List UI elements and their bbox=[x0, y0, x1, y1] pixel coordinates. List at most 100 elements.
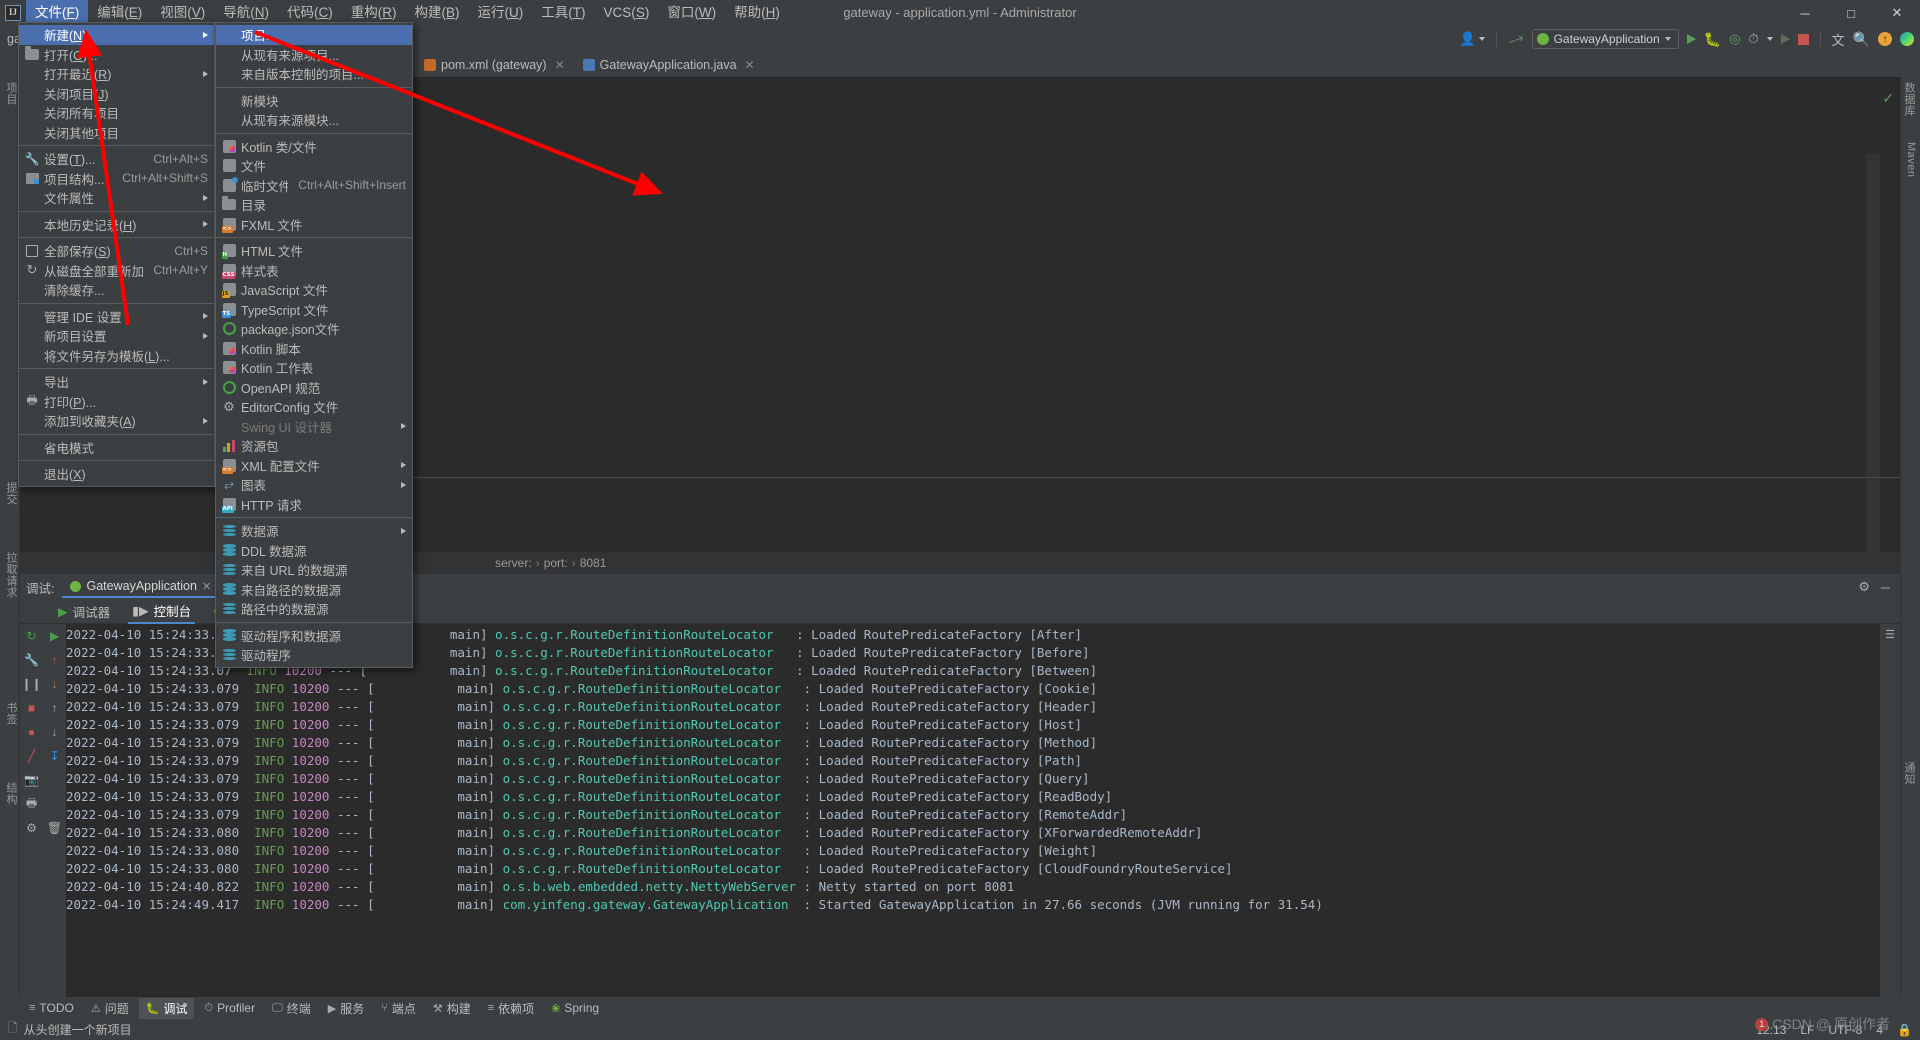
console-output[interactable]: 2022-04-10 15:24:33.07 INFO 10200 --- [ … bbox=[66, 624, 1900, 997]
debug-icon[interactable]: 🐛 bbox=[1704, 31, 1721, 48]
console-scrollbar[interactable]: ☰ bbox=[1880, 624, 1900, 997]
ide-icon[interactable] bbox=[1900, 32, 1914, 46]
menubar-item-8[interactable]: 工具(T) bbox=[532, 0, 594, 26]
menu-item-14[interactable]: 样式表 bbox=[216, 261, 412, 281]
menubar-item-11[interactable]: 帮助(H) bbox=[725, 0, 789, 26]
editor-tab-0[interactable]: pom.xml (gateway)✕ bbox=[415, 52, 574, 77]
sidebar-item-structure[interactable]: 结构 bbox=[1, 777, 21, 810]
menu-item-5[interactable]: 关闭其他项目 bbox=[19, 123, 214, 143]
stop-icon[interactable] bbox=[1798, 34, 1809, 45]
menu-item-3[interactable]: 关闭项目(J) bbox=[19, 84, 214, 104]
menu-item-9[interactable]: 文件属性 bbox=[19, 188, 214, 208]
tool-window-dependencies[interactable]: ≡依赖项 bbox=[481, 998, 541, 1019]
menu-item-2[interactable]: 来自版本控制的项目... bbox=[216, 64, 412, 84]
breadcrumb-value[interactable]: 8081 bbox=[580, 556, 607, 570]
window-controls[interactable]: ─ □ ✕ bbox=[1782, 0, 1920, 26]
debug-session-tab[interactable]: GatewayApplication ✕ bbox=[62, 576, 219, 598]
menu-item-18[interactable]: Kotlin 脚本 bbox=[216, 339, 412, 359]
pause-icon[interactable]: ❙❙ bbox=[20, 672, 43, 696]
minimize-button[interactable]: ─ bbox=[1782, 0, 1828, 26]
menu-item-9[interactable]: 临时文件Ctrl+Alt+Shift+Insert bbox=[216, 176, 412, 196]
settings-icon[interactable]: ⚙ bbox=[20, 816, 43, 840]
user-icon[interactable]: 👤 bbox=[1460, 31, 1485, 47]
menu-item-19[interactable]: 将文件另存为模板(L)... bbox=[19, 346, 214, 366]
run-coverage-icon[interactable]: ◎ bbox=[1729, 31, 1740, 47]
menu-item-8[interactable]: 文件 bbox=[216, 156, 412, 176]
tool-window-problems[interactable]: ⚠问题 bbox=[84, 998, 136, 1019]
left-tool-strip[interactable]: 项目 提交 拉取请求 书签 结构 bbox=[0, 77, 20, 997]
tool-window-todo[interactable]: ≡TODO bbox=[22, 999, 81, 1017]
tool-window-bar[interactable]: ≡TODO⚠问题🐛调试⏱Profiler🖵终端▶服务⑂端点⚒构建≡依赖项❀Spr… bbox=[0, 997, 1920, 1019]
trash-icon[interactable]: 🗑 bbox=[43, 816, 66, 840]
menu-item-11[interactable]: 本地历史记录(H) bbox=[19, 215, 214, 235]
update-icon[interactable]: ↑ bbox=[1878, 32, 1892, 46]
tool-window-terminal[interactable]: 🖵终端 bbox=[265, 998, 318, 1019]
menu-item-13[interactable]: 全部保存(S)Ctrl+S bbox=[19, 241, 214, 261]
menu-item-16[interactable]: TypeScript 文件 bbox=[216, 300, 412, 320]
menubar-item-7[interactable]: 运行(U) bbox=[469, 0, 533, 26]
sidebar-item-notifications[interactable]: 通知 bbox=[1899, 757, 1919, 790]
menu-item-30[interactable]: 来自 URL 的数据源 bbox=[216, 560, 412, 580]
tab-debugger[interactable]: ▶ 调试器 bbox=[54, 600, 114, 623]
step-down-icon[interactable]: ↓ bbox=[43, 672, 66, 696]
menu-item-0[interactable]: 新建(N) bbox=[19, 25, 214, 45]
new-submenu-dropdown[interactable]: 项目...从现有来源项目...来自版本控制的项目...新模块从现有来源模块...… bbox=[215, 22, 413, 668]
close-button[interactable]: ✕ bbox=[1874, 0, 1920, 26]
lock-icon[interactable]: 🔒 bbox=[1897, 1023, 1912, 1037]
menu-item-29[interactable]: DDL 数据源 bbox=[216, 541, 412, 561]
menu-item-17[interactable]: 管理 IDE 设置 bbox=[19, 307, 214, 327]
mute-breakpoints-icon[interactable]: ● bbox=[20, 720, 43, 744]
menu-item-28[interactable]: 数据源 bbox=[216, 521, 412, 541]
menubar-item-9[interactable]: VCS(S) bbox=[595, 0, 659, 26]
step-down-2-icon[interactable]: ↓ bbox=[43, 720, 66, 744]
profiler-chevron-icon[interactable] bbox=[1767, 37, 1773, 41]
tool-window-profiler[interactable]: ⏱Profiler bbox=[197, 999, 262, 1017]
stop-icon[interactable]: ■ bbox=[20, 696, 43, 720]
debug-settings-gear-icon[interactable]: ⚙ bbox=[1858, 579, 1870, 595]
menubar-item-6[interactable]: 构建(B) bbox=[406, 0, 469, 26]
step-into-icon[interactable]: ↧ bbox=[43, 744, 66, 768]
editor-tab-1[interactable]: GatewayApplication.java✕ bbox=[574, 52, 764, 77]
menu-item-15[interactable]: JavaScript 文件 bbox=[216, 280, 412, 300]
hammer-icon[interactable]: ⤍ bbox=[1506, 28, 1526, 49]
print-icon[interactable]: 🖶 bbox=[20, 792, 43, 816]
menu-item-0[interactable]: 项目... bbox=[216, 25, 412, 45]
tool-window-spring[interactable]: ❀Spring bbox=[544, 999, 606, 1017]
chevron-down-icon[interactable] bbox=[1665, 37, 1671, 41]
menu-item-23[interactable]: 资源包 bbox=[216, 436, 412, 456]
menu-item-23[interactable]: 添加到收藏夹(A) bbox=[19, 411, 214, 431]
maximize-button[interactable]: □ bbox=[1828, 0, 1874, 26]
menubar-item-10[interactable]: 窗口(W) bbox=[658, 0, 725, 26]
menu-item-2[interactable]: 打开最近(R) bbox=[19, 64, 214, 84]
menu-item-11[interactable]: FXML 文件 bbox=[216, 215, 412, 235]
menu-item-13[interactable]: HTML 文件 bbox=[216, 241, 412, 261]
breakpoints-icon[interactable]: ╱ bbox=[20, 744, 43, 768]
search-icon[interactable]: 🔍 bbox=[1853, 31, 1870, 48]
menu-item-22[interactable]: 🖶打印(P)... bbox=[19, 392, 214, 412]
resume-icon[interactable]: ▶ bbox=[43, 624, 66, 648]
run-configuration-selector[interactable]: GatewayApplication bbox=[1532, 29, 1679, 49]
tool-window-debug[interactable]: 🐛调试 bbox=[139, 998, 195, 1019]
soft-wrap-icon[interactable]: ☰ bbox=[1884, 628, 1896, 640]
sidebar-item-database[interactable]: 数据库 bbox=[1899, 77, 1919, 122]
menu-item-4[interactable]: 关闭所有项目 bbox=[19, 103, 214, 123]
menu-item-20[interactable]: OpenAPI 规范 bbox=[216, 378, 412, 398]
rerun-icon[interactable]: ↻ bbox=[20, 624, 43, 648]
sidebar-item-bookmarks[interactable]: 书签 bbox=[1, 697, 21, 730]
menu-item-31[interactable]: 来自路径的数据源 bbox=[216, 580, 412, 600]
menu-item-34[interactable]: 驱动程序和数据源 bbox=[216, 626, 412, 646]
debug-action-gutter[interactable]: ↻▶ 🔧↑ ❙❙↓ ■↑ ●↓ ╱↧ 📷 🖶 ⚙🗑 bbox=[20, 624, 66, 997]
camera-icon[interactable]: 📷 bbox=[20, 768, 43, 792]
rerun-icon[interactable] bbox=[1781, 34, 1790, 44]
close-icon[interactable]: ✕ bbox=[745, 58, 755, 72]
menu-item-21[interactable]: 导出 bbox=[19, 372, 214, 392]
right-tool-strip[interactable]: 数据库 Maven 通知 bbox=[1900, 77, 1920, 997]
menu-item-4[interactable]: 新模块 bbox=[216, 91, 412, 111]
menu-item-35[interactable]: 驱动程序 bbox=[216, 645, 412, 665]
step-up-icon[interactable]: ↑ bbox=[43, 648, 66, 672]
tool-window-build[interactable]: ⚒构建 bbox=[426, 998, 478, 1019]
menu-item-10[interactable]: 目录 bbox=[216, 195, 412, 215]
profiler-icon[interactable]: ⏱ bbox=[1748, 31, 1758, 47]
menu-item-26[interactable]: HTTP 请求 bbox=[216, 495, 412, 515]
menu-item-21[interactable]: ⚙EditorConfig 文件 bbox=[216, 397, 412, 417]
